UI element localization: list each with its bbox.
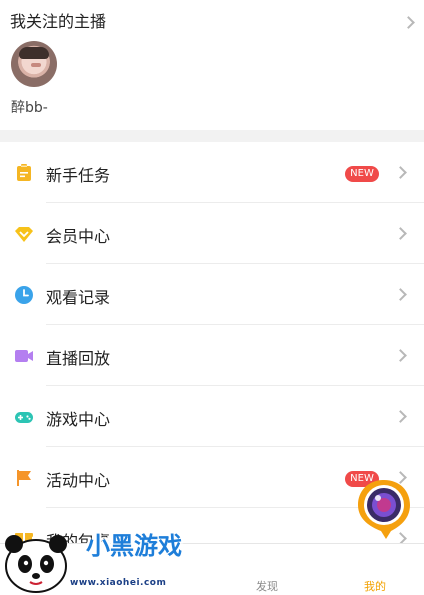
menu-item-label: 游戏中心 xyxy=(46,410,111,429)
chevron-right-icon xyxy=(394,349,407,362)
menu-item-label: 活动中心 xyxy=(46,471,111,490)
streamer-name[interactable]: 醉bb- xyxy=(11,97,48,117)
watermark-title: 小黑游戏 xyxy=(86,532,182,560)
menu-item-label: 直播回放 xyxy=(46,349,111,368)
chevron-right-icon xyxy=(394,227,407,240)
menu-item-label: 新手任务 xyxy=(46,166,111,185)
clock-icon xyxy=(15,286,33,304)
menu-item-novice-tasks[interactable]: 新手任务 NEW xyxy=(0,142,424,203)
menu-item-label: 观看记录 xyxy=(46,288,111,307)
site-watermark: 小黑游戏 www.xiaohei.com xyxy=(0,520,200,595)
menu-item-game-center[interactable]: 游戏中心 xyxy=(0,386,424,447)
new-badge: NEW xyxy=(345,166,379,182)
chevron-right-icon xyxy=(394,166,407,179)
chevron-right-icon xyxy=(394,410,407,423)
streamer-avatar[interactable] xyxy=(11,41,57,87)
chevron-right-icon xyxy=(394,288,407,301)
menu-item-member-center[interactable]: 会员中心 xyxy=(0,203,424,264)
video-camera-icon xyxy=(15,350,33,362)
menu-item-label: 会员中心 xyxy=(46,227,111,246)
gamepad-icon xyxy=(15,412,33,423)
watermark-url: www.xiaohei.com xyxy=(70,578,167,588)
followed-streamers-section: 我关注的主播 醉bb- xyxy=(0,0,424,130)
tab-mine[interactable]: 我的 xyxy=(364,578,386,594)
followed-streamers-title: 我关注的主播 xyxy=(10,12,107,31)
section-divider xyxy=(0,130,424,142)
chevron-right-icon[interactable] xyxy=(402,16,415,29)
menu-item-watch-history[interactable]: 观看记录 xyxy=(0,264,424,325)
task-icon xyxy=(17,164,31,181)
tab-discover[interactable]: 发现 xyxy=(256,578,278,594)
camera-lens-icon[interactable] xyxy=(356,478,412,540)
flag-icon xyxy=(17,470,31,486)
diamond-icon xyxy=(15,227,33,242)
menu-item-live-replay[interactable]: 直播回放 xyxy=(0,325,424,386)
